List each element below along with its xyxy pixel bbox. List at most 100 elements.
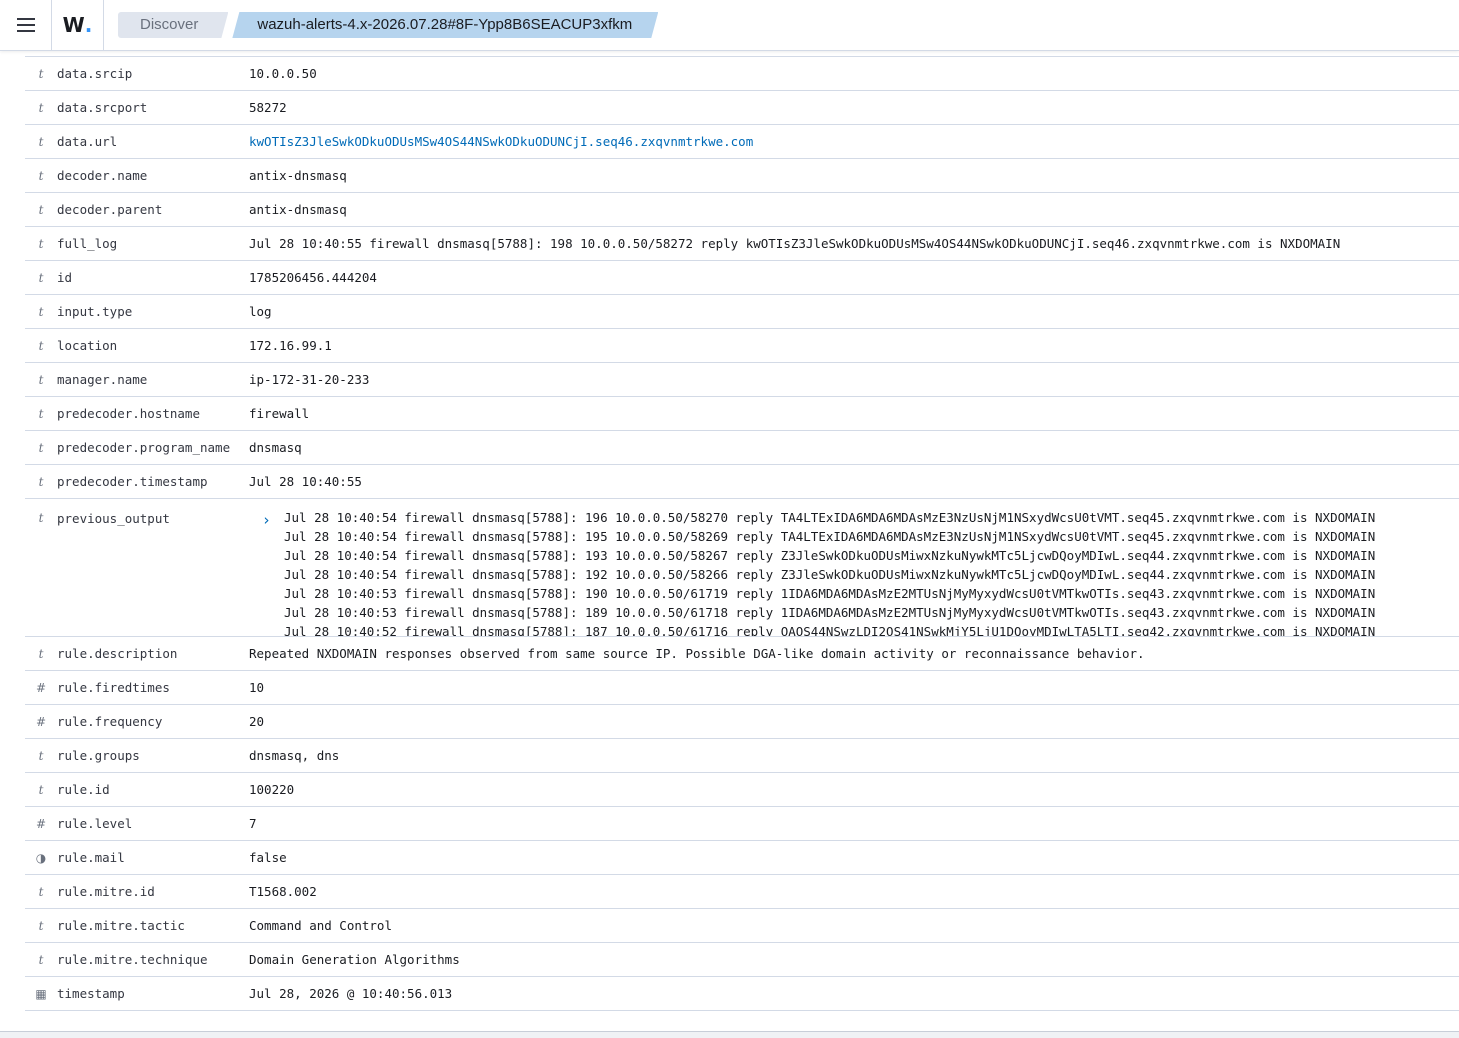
previous-output-line: Jul 28 10:40:53 firewall dnsmasq[5788]: … [284, 586, 1376, 601]
number-type-icon: # [35, 816, 47, 831]
string-type-icon: t [38, 372, 44, 387]
field-value: 100220 [249, 782, 295, 797]
field-value: false [249, 850, 287, 865]
field-value: log [249, 304, 272, 319]
string-type-icon: t [38, 304, 44, 319]
field-value: Domain Generation Algorithms [249, 952, 460, 967]
field-name: decoder.name [57, 168, 148, 183]
field-name: predecoder.program_name [57, 440, 231, 455]
field-value: antix-dnsmasq [249, 202, 347, 217]
field-value: Jul 28 10:40:55 [249, 474, 362, 489]
field-name: data.url [57, 134, 118, 149]
table-row: t full_log Jul 28 10:40:55 firewall dnsmas… [25, 227, 1459, 261]
field-name: rule.mitre.id [57, 884, 155, 899]
field-name: rule.level [57, 816, 133, 831]
table-row: t decoder.name antix-dnsmasq [25, 159, 1459, 193]
field-name: rule.mail [57, 850, 125, 865]
string-type-icon: t [38, 134, 44, 149]
table-row: ▦ timestamp Jul 28, 2026 @ 10:40:56.013 [25, 977, 1459, 1011]
string-type-icon: t [38, 66, 44, 81]
field-name: input.type [57, 304, 133, 319]
table-row: t rule.mitre.id T1568.002 [25, 875, 1459, 909]
field-name: timestamp [57, 986, 125, 1001]
field-value: 58272 [249, 100, 287, 115]
table-row: # rule.level 7 [25, 807, 1459, 841]
field-name: id [57, 270, 73, 285]
field-value: antix-dnsmasq [249, 168, 347, 183]
breadcrumb-document: wazuh-alerts-4.x-2026.07.28#8F-Ypp8B6SEA… [232, 12, 658, 38]
field-value: › Jul 28 10:40:54 firewall dnsmasq[5788]… [249, 499, 1459, 636]
string-type-icon: t [38, 202, 44, 217]
field-name: rule.firedtimes [57, 680, 170, 695]
field-value: ip-172-31-20-233 [249, 372, 370, 387]
previous-output-line: Jul 28 10:40:54 firewall dnsmasq[5788]: … [284, 510, 1376, 525]
date-type-icon: ▦ [35, 986, 47, 1001]
chevron-right-icon[interactable]: › [249, 508, 284, 636]
hamburger-menu-icon[interactable] [0, 0, 52, 50]
field-value: firewall [249, 406, 310, 421]
field-name: previous_output [57, 511, 170, 526]
field-value: 7 [249, 816, 257, 831]
table-row: t rule.groups dnsmasq, dns [25, 739, 1459, 773]
table-row: t id 1785206456.444204 [25, 261, 1459, 295]
field-value: 172.16.99.1 [249, 338, 332, 353]
field-value-link[interactable]: kwOTIsZ3JleSwkODkuODUsMSw4OS44NSwkODkuOD… [249, 134, 1459, 149]
field-value: 1785206456.444204 [249, 270, 377, 285]
field-value: 10 [249, 680, 265, 695]
field-name: rule.frequency [57, 714, 163, 729]
previous-output-line: Jul 28 10:40:52 firewall dnsmasq[5788]: … [284, 624, 1376, 636]
field-name: data.srcport [57, 100, 148, 115]
table-row: t data.url kwOTIsZ3JleSwkODkuODUsMSw4OS44N… [25, 125, 1459, 159]
logo-text: W [62, 13, 85, 37]
number-type-icon: # [35, 714, 47, 729]
field-name: rule.id [57, 782, 110, 797]
table-row: t rule.id 100220 [25, 773, 1459, 807]
field-name: rule.mitre.technique [57, 952, 208, 967]
field-name: predecoder.timestamp [57, 474, 208, 489]
field-value: 20 [249, 714, 265, 729]
wazuh-logo[interactable]: W. [52, 0, 104, 50]
field-name: rule.description [57, 646, 178, 661]
field-value: 10.0.0.50 [249, 66, 317, 81]
field-name: full_log [57, 236, 118, 251]
table-row: t manager.name ip-172-31-20-233 [25, 363, 1459, 397]
string-type-icon: t [38, 236, 44, 251]
field-name: rule.groups [57, 748, 140, 763]
boolean-type-icon: ◑ [35, 850, 47, 865]
table-row: t rule.mitre.tactic Command and Control [25, 909, 1459, 943]
document-fields-table: t data.srcip 10.0.0.50 t data.srcport 58272 t d… [25, 51, 1459, 1031]
logo-dot: . [84, 13, 93, 37]
previous-output-line: Jul 28 10:40:54 firewall dnsmasq[5788]: … [284, 567, 1376, 582]
field-value: dnsmasq [249, 440, 302, 455]
breadcrumb-discover[interactable]: Discover [118, 12, 228, 38]
table-row: t location 172.16.99.1 [25, 329, 1459, 363]
string-type-icon: t [38, 338, 44, 353]
field-value: Jul 28, 2026 @ 10:40:56.013 [249, 986, 453, 1001]
breadcrumb: Discover wazuh-alerts-4.x-2026.07.28#8F-… [118, 12, 658, 38]
previous-output-line: Jul 28 10:40:54 firewall dnsmasq[5788]: … [284, 548, 1376, 563]
field-name: decoder.parent [57, 202, 163, 217]
field-name: predecoder.hostname [57, 406, 200, 421]
table-row: t rule.description Repeated NXDOMAIN respo… [25, 637, 1459, 671]
table-row: t decoder.parent antix-dnsmasq [25, 193, 1459, 227]
table-row: t predecoder.hostname firewall [25, 397, 1459, 431]
string-type-icon: t [38, 511, 44, 525]
table-row: t previous_output › Jul 28 10:40:54 fire… [25, 499, 1459, 637]
number-type-icon: # [35, 680, 47, 695]
previous-output-line: Jul 28 10:40:53 firewall dnsmasq[5788]: … [284, 605, 1376, 620]
table-row: # rule.frequency 20 [25, 705, 1459, 739]
table-row: t rule.mitre.technique Domain Generation A… [25, 943, 1459, 977]
string-type-icon: t [38, 646, 44, 661]
field-value: Repeated NXDOMAIN responses observed fro… [249, 646, 1145, 661]
field-value: Command and Control [249, 918, 392, 933]
top-bar: W. Discover wazuh-alerts-4.x-2026.07.28#… [0, 0, 1459, 51]
field-value: T1568.002 [249, 884, 317, 899]
table-row: t predecoder.timestamp Jul 28 10:40:55 [25, 465, 1459, 499]
string-type-icon: t [38, 270, 44, 285]
table-row: # rule.firedtimes 10 [25, 671, 1459, 705]
string-type-icon: t [38, 918, 44, 933]
string-type-icon: t [38, 474, 44, 489]
string-type-icon: t [38, 406, 44, 421]
table-row: t data.srcport 58272 [25, 91, 1459, 125]
previous-output-line: Jul 28 10:40:54 firewall dnsmasq[5788]: … [284, 529, 1376, 544]
